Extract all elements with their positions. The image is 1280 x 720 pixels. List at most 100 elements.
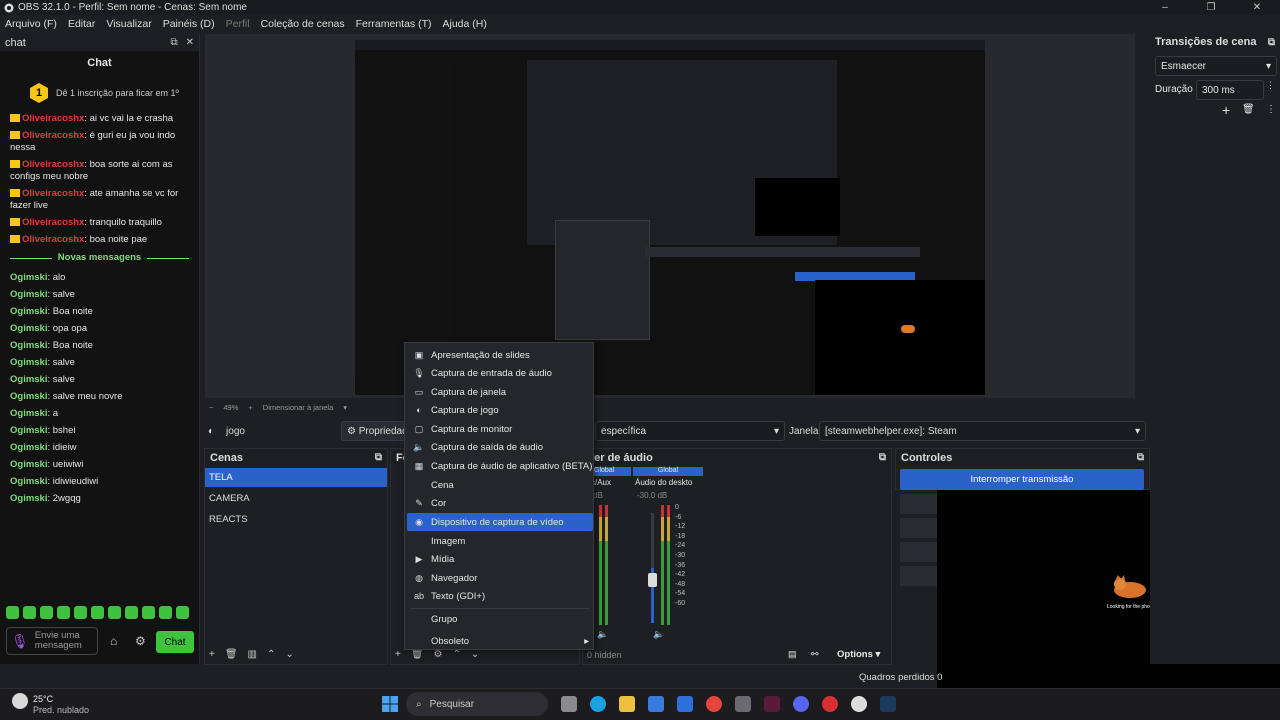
stop-stream-button[interactable]: Interromper transmissão <box>900 469 1144 490</box>
mixer-options-button[interactable]: Options ▾ <box>837 649 880 660</box>
move-up-button[interactable]: ⌃ <box>267 649 275 660</box>
menu-paineis[interactable]: Painéis (D) <box>163 18 215 30</box>
channel-name[interactable]: Áudio do deskto <box>635 478 692 487</box>
menu-item-window-capture[interactable]: ▭ Captura de janela <box>407 383 593 401</box>
emote-icon[interactable] <box>40 606 53 619</box>
chat-input[interactable]: 🎙 Envie uma mensagem <box>6 627 98 655</box>
trash-icon[interactable]: 🗑 <box>411 649 424 660</box>
channel-name[interactable]: c/Aux <box>591 478 611 487</box>
studio-mode-button[interactable] <box>900 542 937 562</box>
discord-icon[interactable] <box>793 696 809 712</box>
settings-button[interactable] <box>900 566 937 586</box>
app-icon[interactable] <box>764 696 780 712</box>
speaker-icon[interactable]: 🔈 <box>597 629 608 640</box>
obs-icon[interactable] <box>851 696 867 712</box>
transition-select[interactable]: Esmaecer ▾ <box>1155 56 1277 76</box>
menu-item-image[interactable]: Imagem <box>407 532 593 550</box>
close-dock-icon[interactable]: ✕ <box>186 37 194 48</box>
speaker-icon[interactable]: 🔈 <box>653 629 664 640</box>
menu-arquivo[interactable]: Arquivo (F) <box>5 18 57 30</box>
menu-item-video-capture-device[interactable]: ◉ Dispositivo de captura de vídeo <box>407 513 593 531</box>
zoom-in-button[interactable]: + <box>248 403 252 412</box>
menu-item-slideshow[interactable]: ▣ Apresentação de slides <box>407 346 593 364</box>
menu-item-audio-output[interactable]: 🔈 Captura de saída de áudio <box>407 438 593 456</box>
gear-icon[interactable]: ⚙ <box>434 649 443 660</box>
menu-item-game-capture[interactable]: ◐ Captura de jogo <box>407 401 593 419</box>
volume-slider[interactable] <box>651 513 654 623</box>
add-scene-button[interactable]: + <box>209 649 215 660</box>
emote-icon[interactable] <box>57 606 70 619</box>
scene-item[interactable]: REACTS <box>205 510 387 529</box>
gear-icon[interactable]: ⚙ <box>135 634 146 648</box>
emote-icon[interactable] <box>125 606 138 619</box>
minimize-button[interactable]: – <box>1142 2 1188 13</box>
undock-icon[interactable]: ⧉ <box>170 37 177 48</box>
menu-item-color[interactable]: ✎ Cor <box>407 494 593 512</box>
menu-ajuda[interactable]: Ajuda (H) <box>442 18 486 30</box>
emote-icon[interactable] <box>91 606 104 619</box>
more-options-icon[interactable]: ⋮ <box>1266 104 1276 115</box>
mail-icon[interactable] <box>677 696 693 712</box>
undock-icon[interactable]: ⧉ <box>1268 37 1275 48</box>
windows-start-icon[interactable] <box>382 696 398 712</box>
emote-icon[interactable] <box>74 606 87 619</box>
add-transition-button[interactable]: + <box>1222 102 1230 118</box>
trash-icon[interactable]: 🗑 <box>225 649 238 660</box>
menu-visualizar[interactable]: Visualizar <box>106 18 151 30</box>
menu-ferramentas[interactable]: Ferramentas (T) <box>356 18 432 30</box>
menu-item-monitor-capture[interactable]: ▢ Captura de monitor <box>407 420 593 438</box>
window-select[interactable]: [steamwebhelper.exe]: Steam ▾ <box>819 421 1146 441</box>
chat-send-button[interactable]: Chat <box>156 631 194 653</box>
menu-item-text[interactable]: ab Texto (GDI+) <box>407 587 593 605</box>
menu-item-app-audio[interactable]: ▦ Captura de áudio de aplicativo (BETA) <box>407 457 593 475</box>
scene-item[interactable]: TELA <box>205 468 387 487</box>
trash-icon[interactable]: 🗑 <box>1242 104 1255 115</box>
menu-colecao-cenas[interactable]: Coleção de cenas <box>261 18 345 30</box>
undock-icon[interactable]: ⧉ <box>879 452 886 463</box>
zoom-out-button[interactable]: − <box>209 403 213 412</box>
maximize-button[interactable]: ❐ <box>1188 2 1234 13</box>
gift-icon[interactable]: ⌂ <box>110 634 117 648</box>
mixer-layout-icon[interactable]: ▤ <box>788 649 797 660</box>
emote-icon[interactable] <box>23 606 36 619</box>
task-view-icon[interactable] <box>561 696 577 712</box>
filter-icon[interactable]: ▥ <box>248 649 257 660</box>
edge-icon[interactable] <box>590 696 606 712</box>
start-recording-button[interactable] <box>900 494 937 514</box>
menu-item-browser[interactable]: ◍ Navegador <box>407 569 593 587</box>
menu-item-deprecated[interactable]: Obsoleto ▸ <box>407 632 593 650</box>
undock-icon[interactable]: ⧉ <box>1137 452 1144 463</box>
volume-slider-handle[interactable] <box>648 573 657 587</box>
microphone-icon[interactable]: 🎙 <box>11 633 29 650</box>
emote-icon[interactable] <box>108 606 121 619</box>
steam-icon[interactable] <box>880 696 896 712</box>
menu-perfil[interactable]: Perfil <box>226 18 250 30</box>
store-icon[interactable] <box>648 696 664 712</box>
chrome-icon[interactable] <box>706 696 722 712</box>
file-explorer-icon[interactable] <box>619 696 635 712</box>
taskbar-search[interactable]: ⌕ Pesquisar <box>406 692 548 716</box>
weather-icon[interactable] <box>12 693 28 709</box>
calculator-icon[interactable] <box>735 696 751 712</box>
scene-item[interactable]: CAMERA <box>205 489 387 508</box>
menu-item-audio-input[interactable]: 🎙 Captura de entrada de áudio <box>407 364 593 382</box>
opera-icon[interactable] <box>822 696 838 712</box>
resize-to-window[interactable]: Dimensionar à janela <box>263 403 333 412</box>
emote-icon[interactable] <box>142 606 155 619</box>
move-up-button[interactable]: ⌃ <box>453 649 461 660</box>
more-options-icon[interactable]: ⋮ <box>1266 81 1275 90</box>
emote-icon[interactable] <box>159 606 172 619</box>
pinned-subscription-box[interactable]: 1 Dê 1 inscrição para ficar em 1º <box>30 83 180 103</box>
menu-item-scene[interactable]: Cena <box>407 476 593 494</box>
undock-icon[interactable]: ⧉ <box>375 452 382 463</box>
menu-editar[interactable]: Editar <box>68 18 95 30</box>
emote-icon[interactable] <box>6 606 19 619</box>
move-down-button[interactable]: ⌄ <box>285 649 293 660</box>
link-icon[interactable]: ⚯ <box>811 649 819 660</box>
chevron-down-icon[interactable]: ▾ <box>343 403 347 412</box>
menu-item-group[interactable]: Grupo <box>407 610 593 628</box>
capture-mode-select[interactable]: específica ▾ <box>595 421 785 441</box>
virtual-camera-button[interactable] <box>900 518 937 538</box>
move-down-button[interactable]: ⌄ <box>471 649 479 660</box>
menu-item-media[interactable]: ▶ Mídia <box>407 550 593 568</box>
